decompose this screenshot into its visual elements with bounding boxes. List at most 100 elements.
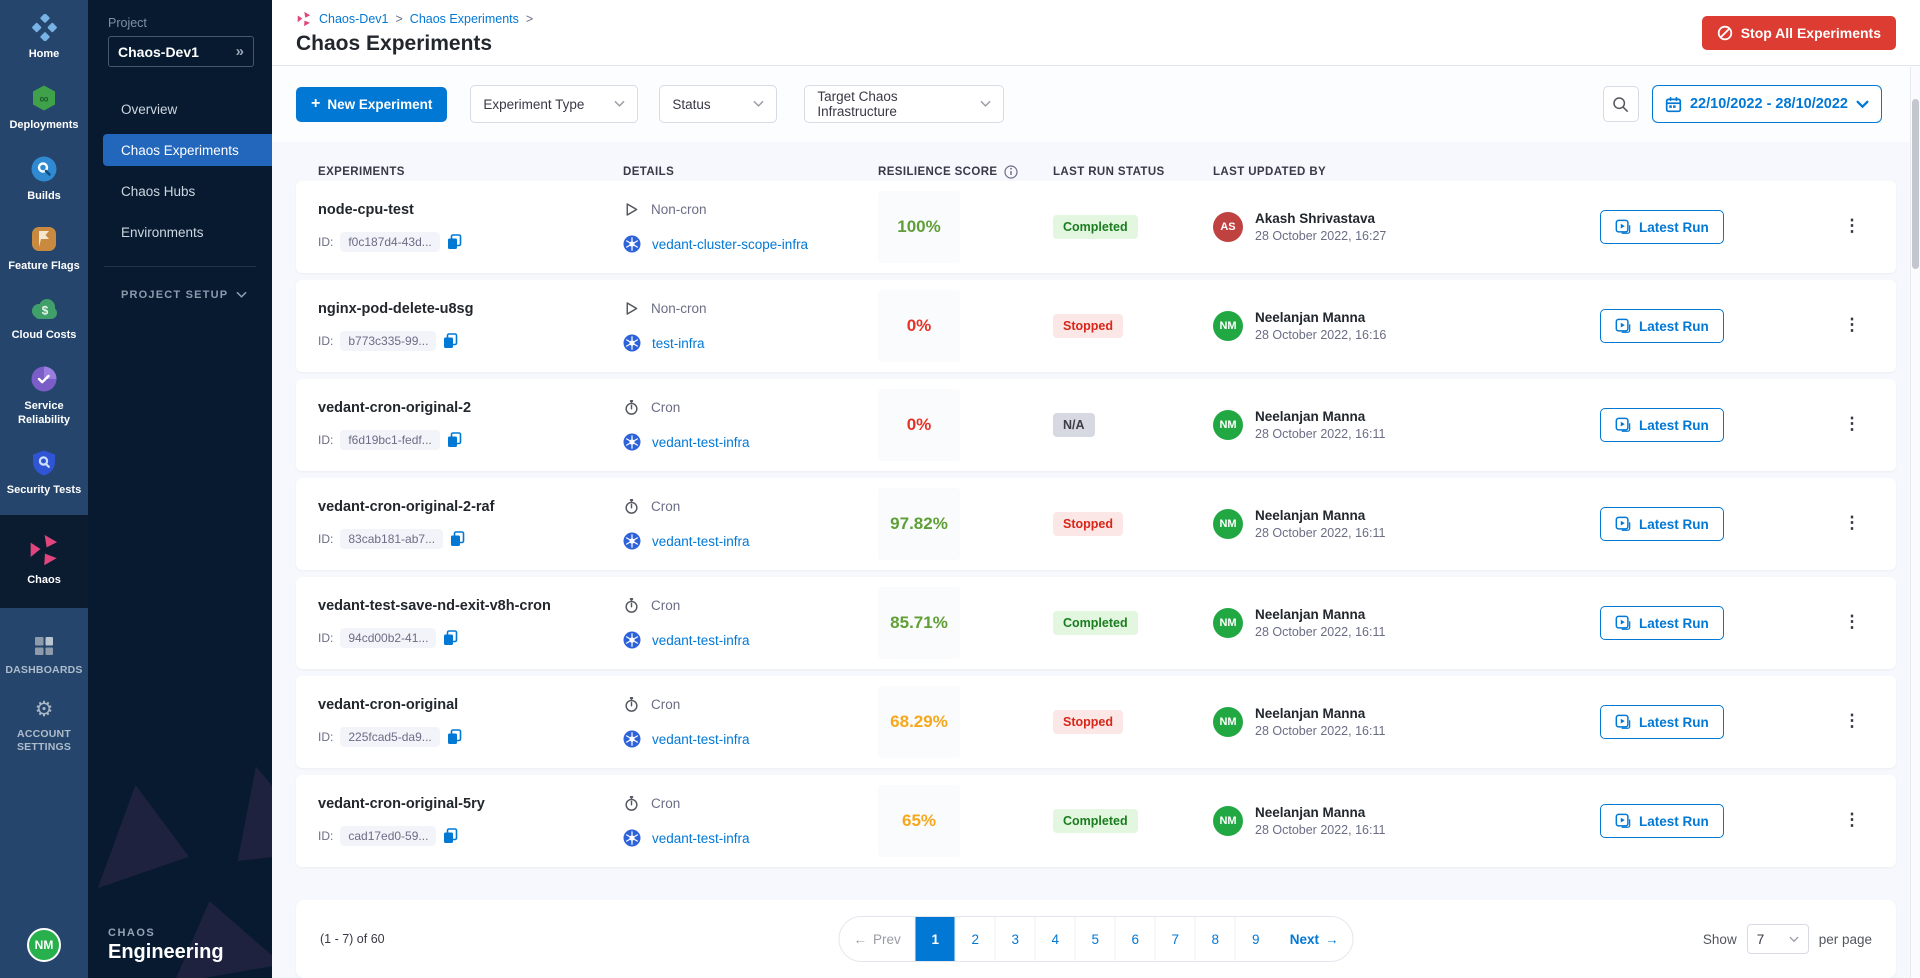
- kebab-menu-icon[interactable]: ⋮: [1844, 417, 1861, 431]
- latest-run-button[interactable]: Latest Run: [1600, 408, 1724, 442]
- experiment-row[interactable]: vedant-cron-original ID: 225fcad5-da9...…: [296, 676, 1896, 768]
- copy-id-button[interactable]: [443, 828, 458, 844]
- infrastructure-link[interactable]: vedant-test-infra: [652, 831, 750, 846]
- chevron-down-icon: [1789, 936, 1799, 943]
- infrastructure-link[interactable]: vedant-test-infra: [652, 732, 750, 747]
- copy-id-button[interactable]: [443, 333, 458, 349]
- rail-item-home[interactable]: Home: [0, 0, 88, 73]
- status-filter[interactable]: Status: [659, 85, 777, 123]
- rail-item-feature-flags[interactable]: Feature Flags: [0, 214, 88, 285]
- copy-id-button[interactable]: [447, 729, 462, 745]
- prev-page-button[interactable]: ← Prev: [839, 917, 915, 961]
- page-number-button[interactable]: 2: [956, 917, 996, 961]
- experiment-name[interactable]: vedant-cron-original: [318, 697, 623, 713]
- experiment-type: Cron: [623, 597, 878, 614]
- latest-run-button[interactable]: Latest Run: [1600, 705, 1724, 739]
- table-header-row: EXPERIMENTS DETAILS RESILIENCE SCORE LAS…: [296, 142, 1896, 181]
- rail-item-chaos[interactable]: Chaos: [0, 515, 88, 608]
- calendar-icon: [1665, 96, 1682, 113]
- experiment-row[interactable]: node-cpu-test ID: f0c187d4-43d... Non-cr…: [296, 181, 1896, 273]
- module-tag: CHAOS Engineering: [108, 927, 224, 964]
- kebab-menu-icon[interactable]: ⋮: [1844, 219, 1861, 233]
- search-button[interactable]: [1603, 86, 1639, 122]
- copy-id-button[interactable]: [447, 432, 462, 448]
- kebab-menu-icon[interactable]: ⋮: [1844, 318, 1861, 332]
- project-setup-section[interactable]: PROJECT SETUP: [121, 289, 272, 301]
- scrollbar-thumb[interactable]: [1912, 99, 1919, 269]
- date-range-picker[interactable]: 22/10/2022 - 28/10/2022: [1652, 85, 1882, 123]
- infrastructure-link[interactable]: test-infra: [652, 336, 705, 351]
- latest-run-button[interactable]: Latest Run: [1600, 606, 1724, 640]
- info-icon[interactable]: [1004, 165, 1018, 179]
- expand-sidebar-icon[interactable]: »: [236, 43, 244, 60]
- experiments-table-body: node-cpu-test ID: f0c187d4-43d... Non-cr…: [296, 181, 1896, 874]
- resilience-score-box: 100%: [878, 191, 960, 263]
- page-number-button[interactable]: 9: [1236, 917, 1276, 961]
- rail-item-dashboards[interactable]: DASHBOARDS: [0, 624, 88, 688]
- latest-run-button[interactable]: Latest Run: [1600, 210, 1724, 244]
- experiment-name[interactable]: node-cpu-test: [318, 202, 623, 218]
- experiment-row[interactable]: vedant-test-save-nd-exit-v8h-cron ID: 94…: [296, 577, 1896, 669]
- experiment-type: Non-cron: [623, 300, 878, 317]
- infrastructure-link[interactable]: vedant-test-infra: [652, 534, 750, 549]
- experiment-name[interactable]: vedant-cron-original-2-raf: [318, 499, 623, 515]
- breadcrumb-experiments-link[interactable]: Chaos Experiments: [410, 12, 519, 26]
- scrollbar-track[interactable]: [1910, 67, 1920, 978]
- svg-text:∞: ∞: [39, 91, 48, 106]
- new-experiment-button[interactable]: + New Experiment: [296, 87, 447, 122]
- page-number-button[interactable]: 3: [996, 917, 1036, 961]
- rail-item-builds[interactable]: Builds: [0, 144, 88, 215]
- experiment-name[interactable]: vedant-cron-original-2: [318, 400, 623, 416]
- resilience-score-value: 0%: [907, 415, 932, 435]
- kebab-menu-icon[interactable]: ⋮: [1844, 516, 1861, 530]
- project-selector[interactable]: Chaos-Dev1 »: [108, 36, 254, 67]
- infrastructure-link[interactable]: vedant-test-infra: [652, 435, 750, 450]
- copy-id-button[interactable]: [443, 630, 458, 646]
- kubernetes-icon: [623, 433, 641, 451]
- experiment-row[interactable]: vedant-cron-original-5ry ID: cad17ed0-59…: [296, 775, 1896, 867]
- rail-item-account-settings[interactable]: ⚙ ACCOUNT SETTINGS: [0, 688, 88, 765]
- rail-item-service-reliability[interactable]: Service Reliability: [0, 354, 88, 439]
- kebab-menu-icon[interactable]: ⋮: [1844, 615, 1861, 629]
- kebab-menu-icon[interactable]: ⋮: [1844, 813, 1861, 827]
- sidebar-item-chaos-hubs[interactable]: Chaos Hubs: [88, 175, 272, 207]
- experiment-row[interactable]: nginx-pod-delete-u8sg ID: b773c335-99...…: [296, 280, 1896, 372]
- breadcrumb-project-link[interactable]: Chaos-Dev1: [319, 12, 388, 26]
- rail-item-deployments[interactable]: ∞ Deployments: [0, 73, 88, 144]
- experiment-name[interactable]: vedant-test-save-nd-exit-v8h-cron: [318, 598, 623, 614]
- chevron-down-icon: [753, 100, 764, 108]
- target-chaos-infrastructure-filter[interactable]: Target Chaos Infrastructure: [804, 85, 1004, 123]
- rail-item-cloud-costs[interactable]: $ Cloud Costs: [0, 285, 88, 354]
- page-number-button[interactable]: 5: [1076, 917, 1116, 961]
- experiment-name[interactable]: vedant-cron-original-5ry: [318, 796, 623, 812]
- per-page-select[interactable]: 7: [1747, 924, 1809, 954]
- stop-all-experiments-button[interactable]: Stop All Experiments: [1702, 16, 1896, 50]
- infrastructure-link[interactable]: vedant-test-infra: [652, 633, 750, 648]
- sidebar-item-environments[interactable]: Environments: [88, 216, 272, 248]
- kebab-menu-icon[interactable]: ⋮: [1844, 714, 1861, 728]
- kubernetes-icon: [623, 235, 641, 253]
- resilience-score-value: 0%: [907, 316, 932, 336]
- sidebar-item-overview[interactable]: Overview: [88, 93, 272, 125]
- copy-id-button[interactable]: [447, 234, 462, 250]
- next-page-button[interactable]: Next →: [1276, 917, 1353, 961]
- latest-run-button[interactable]: Latest Run: [1600, 309, 1724, 343]
- experiment-name[interactable]: nginx-pod-delete-u8sg: [318, 301, 623, 317]
- infrastructure-link[interactable]: vedant-cluster-scope-infra: [652, 237, 808, 252]
- page-number-button[interactable]: 1: [916, 917, 956, 961]
- page-number-button[interactable]: 7: [1156, 917, 1196, 961]
- latest-run-button[interactable]: Latest Run: [1600, 804, 1724, 838]
- user-avatar[interactable]: NM: [27, 928, 61, 962]
- page-number-button[interactable]: 4: [1036, 917, 1076, 961]
- rail-item-security-tests[interactable]: Security Tests: [0, 438, 88, 509]
- experiment-type-filter[interactable]: Experiment Type: [470, 85, 638, 123]
- copy-id-button[interactable]: [450, 531, 465, 547]
- update-timestamp: 28 October 2022, 16:11: [1255, 823, 1385, 837]
- sidebar-divider: [104, 266, 256, 267]
- sidebar-item-chaos-experiments[interactable]: Chaos Experiments: [103, 134, 272, 166]
- page-number-button[interactable]: 8: [1196, 917, 1236, 961]
- page-number-button[interactable]: 6: [1116, 917, 1156, 961]
- experiment-row[interactable]: vedant-cron-original-2 ID: f6d19bc1-fedf…: [296, 379, 1896, 471]
- experiment-row[interactable]: vedant-cron-original-2-raf ID: 83cab181-…: [296, 478, 1896, 570]
- latest-run-button[interactable]: Latest Run: [1600, 507, 1724, 541]
